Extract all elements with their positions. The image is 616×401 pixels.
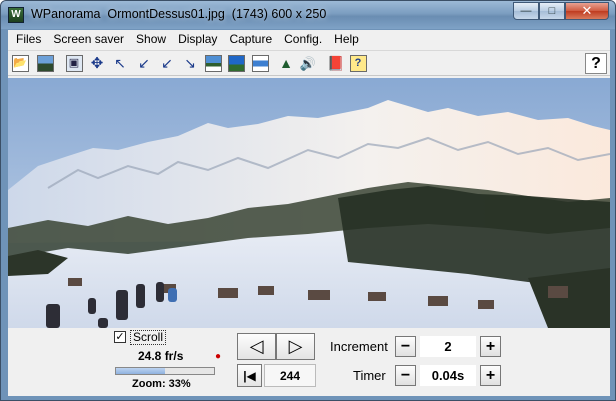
menu-screen-saver[interactable]: Screen saver [47,30,130,49]
menu-config[interactable]: Config. [278,30,328,49]
timer-value[interactable]: 0.04s [420,365,476,386]
image-wide-icon [227,54,245,72]
timer-label: Timer [353,368,386,383]
bottom-left-arrow-button[interactable]: ↙ [134,53,154,73]
top-left-arrow-button[interactable]: ↖ [110,53,130,73]
window-title: WPanorama OrmontDessus01.jpg (1743) 600 … [31,7,327,21]
left-arrow-icon: ↙ [161,55,173,71]
bottom-right-arrow-icon: ↘ [184,55,196,71]
record-icon: ● [215,351,222,362]
move-icon: ✥ [90,54,104,72]
book-icon: 📕 [327,55,345,71]
speaker-button[interactable]: 🔊 [298,53,318,73]
caption-buttons: — □ ✕ [513,2,609,21]
menu-bar: Files Screen saver Show Display Capture … [8,30,610,49]
frame-button[interactable]: ▣ [64,53,84,73]
image-thin-icon [251,54,269,72]
close-button[interactable]: ✕ [565,2,609,20]
increment-value[interactable]: 2 [420,336,476,357]
mountain-button[interactable]: ▲ [276,53,296,73]
image-band-icon [204,54,222,72]
help-page-button[interactable]: ? [348,53,368,73]
help-button[interactable]: ? [585,53,607,74]
zoom-slider-fill [116,368,165,374]
increment-plus-button[interactable]: + [480,336,501,357]
timer-minus-button[interactable]: − [395,365,416,386]
increment-label: Increment [330,339,388,354]
scroll-checkbox[interactable]: ✓ [114,331,126,343]
move-button[interactable]: ✥ [87,53,107,73]
increment-minus-button[interactable]: − [395,336,416,357]
zoom-slider[interactable] [115,367,215,375]
help-page-icon: ? [349,54,367,72]
image-band-button[interactable] [203,53,223,73]
bottom-right-arrow-button[interactable]: ↘ [180,53,200,73]
panorama-picture [8,78,610,328]
image-wide-button[interactable] [226,53,246,73]
go-to-start-button[interactable]: |◀ [237,364,262,387]
timer-plus-button[interactable]: + [480,365,501,386]
previous-button[interactable]: ◁ [237,333,276,360]
toolbar: 📂 ▣ ✥ ↖ ↙ ↙ ↘ ▲ 🔊 📕 ? ? [8,50,610,76]
control-panel: ✓ Scroll 24.8 fr/s ● Zoom: 33% ◁ ▷ |◀ 24… [8,328,610,396]
zoom-label: Zoom: 33% [132,378,191,390]
menu-files[interactable]: Files [10,30,47,49]
maximize-button[interactable]: □ [539,2,565,20]
mountain-icon: ▲ [279,55,293,71]
book-button[interactable]: 📕 [326,53,346,73]
frame-icon: ▣ [65,54,83,72]
menu-capture[interactable]: Capture [223,30,278,49]
app-icon[interactable]: W [8,7,24,23]
position-display: 244 [264,364,316,387]
minimize-button[interactable]: — [513,2,539,20]
top-left-arrow-icon: ↖ [114,55,126,71]
panorama-image[interactable] [8,78,610,328]
speaker-icon: 🔊 [299,55,317,71]
scroll-label[interactable]: Scroll [130,330,167,345]
menu-display[interactable]: Display [172,30,223,49]
image-thin-button[interactable] [250,53,270,73]
picture-button[interactable] [35,53,55,73]
client-area: Files Screen saver Show Display Capture … [8,30,610,396]
menu-help[interactable]: Help [328,30,365,49]
open-icon: 📂 [11,54,29,72]
frame-rate: 24.8 fr/s [138,349,184,363]
picture-icon [36,54,54,72]
open-button[interactable]: 📂 [10,53,30,73]
next-button[interactable]: ▷ [276,333,315,360]
menu-show[interactable]: Show [130,30,172,49]
app-window: W WPanorama OrmontDessus01.jpg (1743) 60… [0,0,616,401]
title-bar[interactable]: W WPanorama OrmontDessus01.jpg (1743) 60… [1,1,615,29]
bottom-left-arrow-icon: ↙ [138,55,150,71]
left-arrow-button[interactable]: ↙ [157,53,177,73]
